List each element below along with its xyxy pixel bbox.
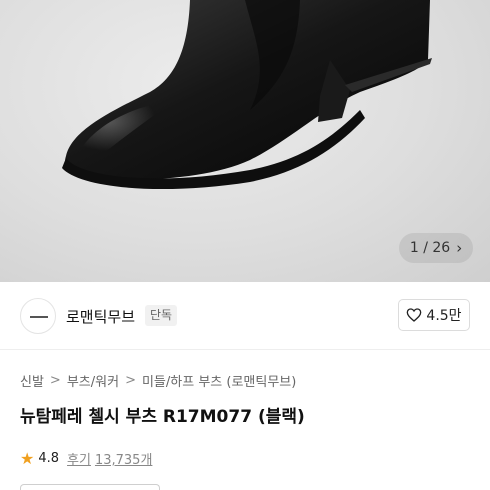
review-link-label[interactable]: 후기 [67, 449, 91, 468]
image-counter-text: 1 / 26 [409, 240, 451, 256]
review-count-link[interactable]: 13,735개 [95, 449, 152, 468]
star-icon: ★ [20, 449, 35, 468]
chevron-right-icon[interactable]: › [456, 239, 462, 257]
like-count: 4.5만 [426, 308, 462, 324]
exclusive-badge: 단독 [145, 305, 178, 326]
breadcrumb-item-category[interactable]: 신발 [20, 371, 44, 390]
brand-name[interactable]: 로맨틱무브 [66, 306, 135, 327]
breadcrumb-item-current[interactable]: 미들/하프 부츠 (로맨틱무브) [142, 371, 296, 390]
product-image-gallery[interactable]: 1 / 26 › [0, 0, 490, 282]
brand-logo[interactable] [20, 298, 56, 334]
brand-row: 로맨틱무브 단독 4.5만 [0, 282, 490, 350]
breadcrumb-separator-icon: > [49, 373, 61, 388]
image-counter[interactable]: 1 / 26 › [399, 233, 473, 263]
breadcrumb-separator-icon: > [125, 373, 136, 388]
rating-score: 4.8 [38, 451, 60, 466]
breadcrumb: 신발 > 부츠/워커 > 미들/하프 부츠 (로맨틱무브) [20, 371, 296, 390]
breadcrumb-item-subcategory[interactable]: 부츠/워커 [67, 371, 119, 390]
like-button[interactable]: 4.5만 [398, 299, 470, 331]
rating-row: ★ 4.8 후기 13,735개 [20, 449, 152, 468]
product-title: 뉴탐페레 첼시 부츠 R17M077 (블랙) [20, 407, 305, 427]
partial-button[interactable] [20, 484, 160, 490]
heart-icon [407, 308, 422, 322]
